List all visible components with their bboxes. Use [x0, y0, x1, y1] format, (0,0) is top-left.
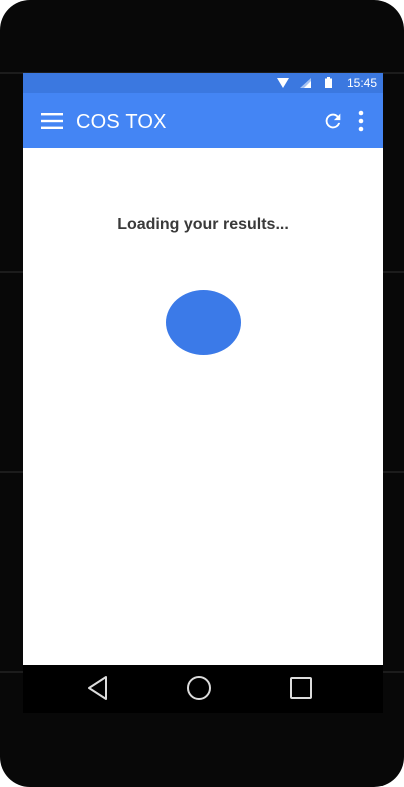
status-bar: 15:45 [23, 73, 383, 93]
loading-message: Loading your results... [117, 216, 289, 233]
back-icon[interactable] [87, 675, 109, 701]
bezel-divider [0, 471, 24, 473]
bezel-divider [0, 271, 24, 273]
signal-icon [300, 78, 311, 88]
battery-icon [325, 77, 332, 88]
loading-spinner [166, 290, 241, 355]
wifi-icon [277, 78, 289, 88]
app-title: COS TOX [76, 111, 167, 133]
bezel-divider [383, 271, 404, 273]
refresh-icon[interactable] [322, 110, 344, 132]
recents-icon[interactable] [289, 676, 313, 700]
bezel-divider [383, 471, 404, 473]
status-time: 15:45 [346, 76, 377, 90]
app-bar: COS TOX [23, 93, 383, 148]
more-vert-icon[interactable] [356, 110, 366, 132]
device-frame: 15:45 COS TOX Loading your results... [0, 0, 404, 787]
main-content: Loading your results... [23, 148, 383, 665]
home-icon[interactable] [186, 675, 212, 701]
navigation-bar [23, 665, 383, 713]
phone-screen: 15:45 COS TOX Loading your results... [23, 73, 383, 713]
menu-icon[interactable] [41, 112, 63, 130]
